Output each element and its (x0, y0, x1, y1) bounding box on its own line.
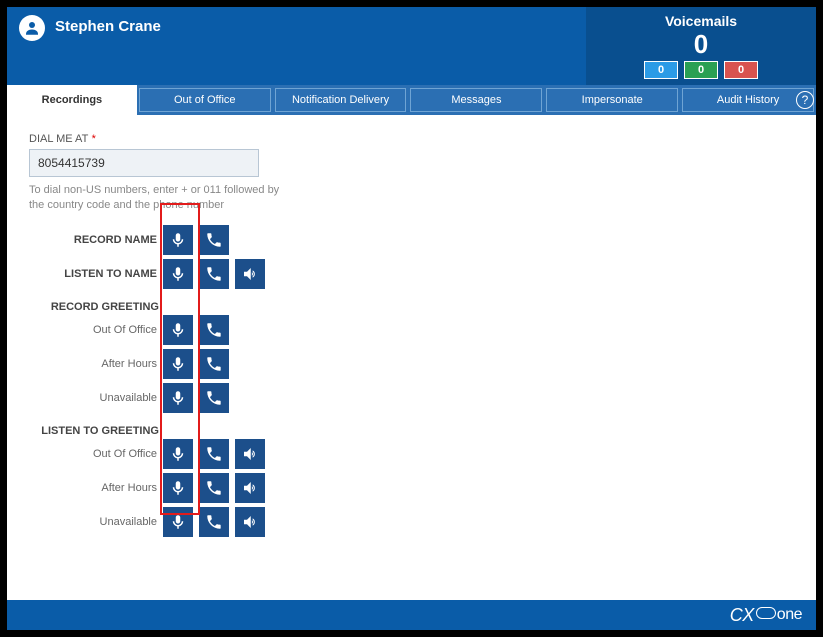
tab-bar: Recordings Out of Office Notification De… (7, 85, 816, 115)
tab-impersonate[interactable]: Impersonate (546, 88, 678, 112)
record-greeting-after-hours-mic-button[interactable] (163, 349, 193, 379)
record-name-label: RECORD NAME (29, 234, 159, 246)
listen-greeting-ooo-mic-button[interactable] (163, 439, 193, 469)
brand-one: one (777, 606, 802, 624)
record-greeting-after-hours-label: After Hours (29, 358, 159, 370)
record-greeting-ooo-call-button[interactable] (199, 315, 229, 345)
dial-hint: To dial non-US numbers, enter + or 011 f… (29, 183, 289, 213)
record-greeting-unavailable-call-button[interactable] (199, 383, 229, 413)
speaker-icon (241, 265, 259, 283)
record-greeting-ooo-label: Out Of Office (29, 324, 159, 336)
user-icon (23, 19, 41, 37)
listen-greeting-ooo-label: Out Of Office (29, 448, 159, 460)
listen-greeting-after-hours-speaker-button[interactable] (235, 473, 265, 503)
listen-name-mic-button[interactable] (163, 259, 193, 289)
required-indicator: * (92, 133, 96, 145)
phone-icon (205, 513, 223, 531)
listen-name-call-button[interactable] (199, 259, 229, 289)
microphone-icon (169, 265, 187, 283)
badge-deleted[interactable]: 0 (724, 61, 758, 79)
dial-me-at-label: DIAL ME AT (29, 133, 88, 145)
speaker-icon (241, 445, 259, 463)
listen-greeting-after-hours-mic-button[interactable] (163, 473, 193, 503)
avatar (19, 15, 45, 41)
brand-logo: CX one (730, 605, 802, 626)
listen-greeting-unavailable-speaker-button[interactable] (235, 507, 265, 537)
tab-messages[interactable]: Messages (410, 88, 542, 112)
header: Stephen Crane Voicemails 0 0 0 0 (7, 7, 816, 85)
listen-name-speaker-button[interactable] (235, 259, 265, 289)
microphone-icon (169, 321, 187, 339)
help-button[interactable]: ? (796, 91, 814, 109)
record-greeting-header: RECORD GREETING (29, 301, 159, 313)
tab-notification-delivery[interactable]: Notification Delivery (275, 88, 407, 112)
voicemail-panel: Voicemails 0 0 0 0 (586, 7, 816, 85)
tab-recordings[interactable]: Recordings (7, 85, 137, 115)
voicemails-label: Voicemails (665, 13, 737, 29)
microphone-icon (169, 479, 187, 497)
phone-icon (205, 445, 223, 463)
content-area: DIAL ME AT * To dial non-US numbers, ent… (7, 115, 816, 600)
phone-icon (205, 355, 223, 373)
listen-greeting-after-hours-call-button[interactable] (199, 473, 229, 503)
listen-greeting-ooo-call-button[interactable] (199, 439, 229, 469)
listen-name-label: LISTEN TO NAME (29, 268, 159, 280)
record-name-mic-button[interactable] (163, 225, 193, 255)
phone-icon (205, 389, 223, 407)
record-greeting-after-hours-call-button[interactable] (199, 349, 229, 379)
listen-greeting-unavailable-mic-button[interactable] (163, 507, 193, 537)
tab-out-of-office[interactable]: Out of Office (139, 88, 271, 112)
badge-saved[interactable]: 0 (684, 61, 718, 79)
listen-greeting-header: LISTEN TO GREETING (29, 425, 159, 437)
listen-greeting-unavailable-label: Unavailable (29, 516, 159, 528)
voicemails-count: 0 (694, 31, 708, 57)
speaker-icon (241, 513, 259, 531)
record-name-call-button[interactable] (199, 225, 229, 255)
listen-greeting-unavailable-call-button[interactable] (199, 507, 229, 537)
cloud-icon (756, 607, 776, 619)
phone-icon (205, 321, 223, 339)
phone-icon (205, 265, 223, 283)
listen-greeting-after-hours-label: After Hours (29, 482, 159, 494)
record-greeting-unavailable-mic-button[interactable] (163, 383, 193, 413)
brand-cx: CX (730, 605, 754, 626)
microphone-icon (169, 355, 187, 373)
microphone-icon (169, 389, 187, 407)
record-greeting-unavailable-label: Unavailable (29, 392, 159, 404)
microphone-icon (169, 513, 187, 531)
user-name: Stephen Crane (55, 18, 161, 35)
speaker-icon (241, 479, 259, 497)
phone-icon (205, 479, 223, 497)
microphone-icon (169, 231, 187, 249)
microphone-icon (169, 445, 187, 463)
badge-new[interactable]: 0 (644, 61, 678, 79)
footer: CX one (7, 600, 816, 630)
tab-audit-history[interactable]: Audit History (682, 88, 814, 112)
dial-me-at-input[interactable] (29, 149, 259, 177)
listen-greeting-ooo-speaker-button[interactable] (235, 439, 265, 469)
record-greeting-ooo-mic-button[interactable] (163, 315, 193, 345)
phone-icon (205, 231, 223, 249)
